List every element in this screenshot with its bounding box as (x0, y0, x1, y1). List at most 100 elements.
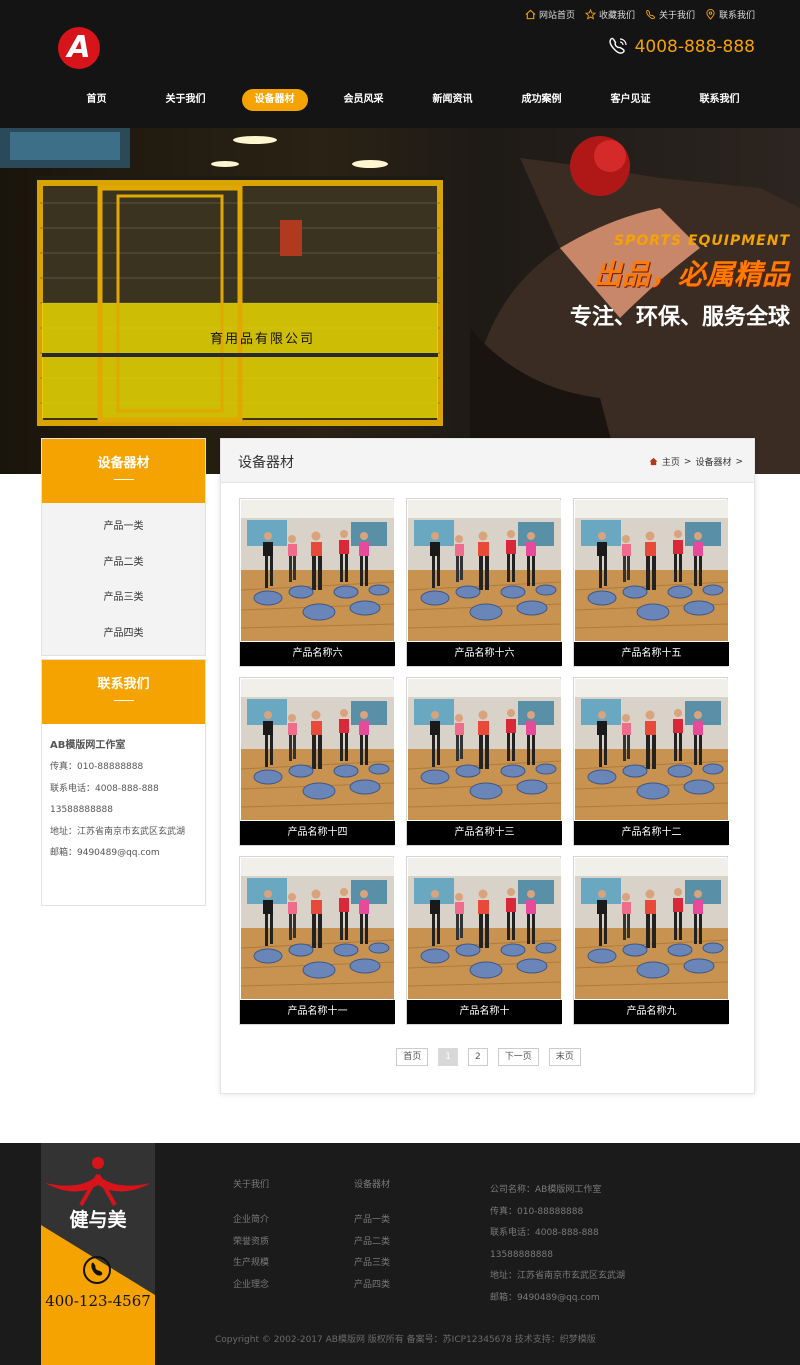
product-name: 产品名称十一 (240, 1000, 395, 1024)
product-name: 产品名称六 (240, 642, 395, 666)
hotline-number: 4008-888-888 (634, 37, 755, 57)
breadcrumb-home[interactable]: 主页 (662, 455, 680, 468)
site-logo[interactable]: A (58, 27, 100, 69)
location-icon (706, 9, 715, 20)
product-image (241, 679, 394, 820)
footer-mobile: 13588888888 (490, 1249, 553, 1260)
footer-col-title: 关于我们 (233, 1180, 270, 1190)
contact-phone: 联系电话：4008-888-888 (50, 783, 159, 794)
product-image (408, 679, 561, 820)
banner-title: 出品，必属精品 (593, 258, 790, 291)
product-image (241, 500, 394, 641)
contact-address: 地址：江苏省南京市玄武区玄武湖 (50, 826, 186, 837)
nav-item-news[interactable]: 新闻资讯 (408, 89, 497, 111)
nav-item-cases[interactable]: 成功案例 (497, 89, 586, 111)
hero-banner: 育用品有限公司 SPORTS EQUIPMENT 出品，必属精品 专注、环保、服… (0, 128, 800, 474)
product-card[interactable]: 产品名称十一 (239, 856, 395, 1025)
nav-item-testimonials[interactable]: 客户见证 (586, 89, 675, 111)
site-footer: 健与美 400-123-4567 关于我们 企业简介 荣誉资质 生产规模 企业理… (0, 1143, 800, 1365)
breadcrumb-current[interactable]: 设备器材 (695, 455, 731, 468)
sidebar-categories: 设备器材 产品一类 产品二类 产品三类 产品四类 (41, 438, 206, 656)
footer-link[interactable]: 企业理念 (233, 1275, 269, 1297)
home-icon (649, 457, 658, 466)
footer-hotline: 400-123-4567 (45, 1292, 151, 1310)
contact-details: AB模版网工作室 传真：010-88888888 联系电话：4008-888-8… (42, 724, 205, 905)
sidebar-item-category-4[interactable]: 产品四类 (42, 616, 205, 652)
product-card[interactable]: 产品名称十四 (239, 677, 395, 846)
banner-slogan: SPORTS EQUIPMENT 出品，必属精品 专注、环保、服务全球 (570, 233, 790, 331)
product-card[interactable]: 产品名称十六 (406, 498, 562, 667)
pager-page-1[interactable]: 1 (438, 1048, 458, 1066)
footer-company-info: 公司名称：AB模版网工作室 传真：010-88888888 联系电话：4008-… (490, 1180, 625, 1309)
sidebar-contact-title: 联系我们 (42, 660, 205, 724)
top-link-label: 网站首页 (538, 11, 575, 21)
banner-sign-text: 育用品有限公司 (210, 332, 316, 347)
product-card[interactable]: 产品名称十 (406, 856, 562, 1025)
breadcrumb: 主页 > 设备器材 > (649, 455, 743, 468)
hotline: 4008-888-888 (607, 36, 755, 58)
product-card[interactable]: 产品名称九 (573, 856, 729, 1025)
product-card[interactable]: 产品名称六 (239, 498, 395, 667)
product-name: 产品名称十五 (574, 642, 729, 666)
product-image (241, 858, 394, 999)
footer-brand-name: 健与美 (69, 1209, 127, 1231)
phone-icon (83, 1256, 111, 1284)
footer-col-title: 设备器材 (354, 1180, 391, 1190)
product-card[interactable]: 产品名称十二 (573, 677, 729, 846)
contact-fax: 传真：010-88888888 (50, 762, 144, 772)
product-image (575, 500, 728, 641)
product-name: 产品名称十二 (574, 821, 729, 845)
product-name: 产品名称九 (574, 1000, 729, 1024)
footer-link[interactable]: 产品四类 (354, 1275, 390, 1297)
footer-phone: 联系电话：4008-888-888 (490, 1228, 599, 1238)
product-image (575, 679, 728, 820)
nav-item-contact[interactable]: 联系我们 (675, 89, 764, 111)
footer-email: 邮箱：9490489@qq.com (490, 1292, 600, 1303)
top-link-label: 关于我们 (658, 11, 695, 21)
pager-last-button[interactable]: 末页 (548, 1048, 581, 1066)
nav-item-equipment[interactable]: 设备器材 (230, 89, 319, 111)
sidebar-item-category-1[interactable]: 产品一类 (42, 509, 205, 545)
pager-next-button[interactable]: 下一页 (497, 1048, 539, 1066)
category-list: 产品一类 产品二类 产品三类 产品四类 (42, 503, 205, 655)
nav-item-members[interactable]: 会员风采 (319, 89, 408, 111)
contact-company: AB模版网工作室 (50, 740, 126, 751)
top-link-favorite[interactable]: 收藏我们 (584, 8, 635, 21)
footer-link[interactable]: 企业简介 (233, 1210, 269, 1232)
contact-email: 邮箱：9490489@qq.com (50, 848, 160, 858)
product-grid: 产品名称六 产品名称十六 产品名称十五 产品名称十四 产品名称十三 产品名称十二… (239, 498, 729, 1025)
breadcrumb-separator: > (735, 456, 743, 467)
pager-page-2[interactable]: 2 (467, 1048, 488, 1066)
top-link-label: 联系我们 (718, 11, 755, 21)
footer-link[interactable]: 产品二类 (354, 1232, 390, 1254)
sidebar-item-category-3[interactable]: 产品三类 (42, 580, 205, 616)
product-card[interactable]: 产品名称十五 (573, 498, 729, 667)
top-link-label: 收藏我们 (598, 11, 635, 21)
sidebar-contact: 联系我们 AB模版网工作室 传真：010-88888888 联系电话：4008-… (41, 659, 206, 906)
footer-link[interactable]: 产品一类 (354, 1210, 390, 1232)
top-link-home[interactable]: 网站首页 (525, 8, 575, 21)
product-image (408, 500, 561, 641)
footer-link[interactable]: 产品三类 (354, 1253, 390, 1275)
footer-link[interactable]: 生产规模 (233, 1253, 269, 1275)
nav-item-home[interactable]: 首页 (52, 89, 141, 111)
pager-first-button[interactable]: 首页 (396, 1048, 429, 1066)
footer-fax: 传真：010-88888888 (490, 1206, 584, 1217)
top-link-about[interactable]: 关于我们 (645, 8, 695, 21)
page-title: 设备器材 (238, 455, 294, 471)
sidebar-item-category-2[interactable]: 产品二类 (42, 545, 205, 581)
main-header: 设备器材 主页 > 设备器材 > (221, 439, 754, 483)
contact-mobile: 13588888888 (50, 805, 113, 815)
footer-address: 地址：江苏省南京市玄武区玄武湖 (490, 1271, 626, 1281)
product-card[interactable]: 产品名称十三 (406, 677, 562, 846)
top-links: 网站首页 收藏我们 关于我们 联系我们 (525, 8, 755, 21)
phone-icon (608, 37, 627, 54)
banner-subtitle: 专注、环保、服务全球 (569, 305, 790, 330)
product-name: 产品名称十六 (407, 642, 562, 666)
top-link-contact[interactable]: 联系我们 (705, 8, 755, 21)
footer-link[interactable]: 荣誉资质 (233, 1232, 269, 1254)
breadcrumb-separator: > (683, 456, 692, 467)
site-header: A 网站首页 收藏我们 关于我们 联系我们 4008-888-888 首页 关于… (0, 0, 800, 128)
pagination: 首页 1 2 下一页 末页 (221, 1048, 756, 1066)
nav-item-about[interactable]: 关于我们 (141, 89, 230, 111)
